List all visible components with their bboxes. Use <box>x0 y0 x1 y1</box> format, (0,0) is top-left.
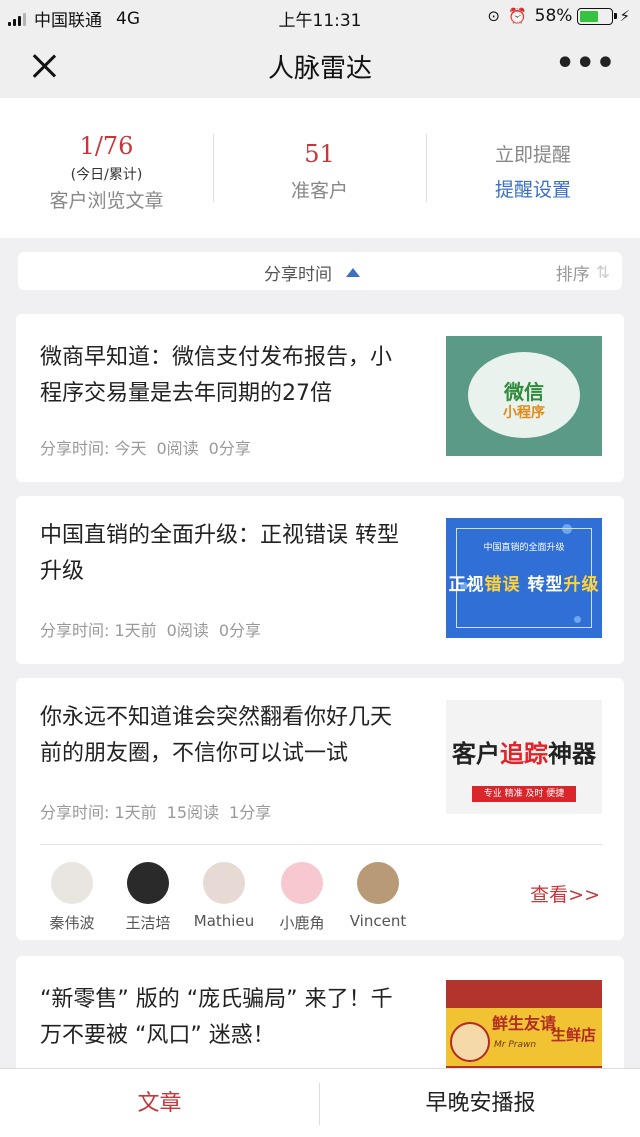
sort-field-label: 分享时间 <box>264 265 332 285</box>
viewer-name: 王洁培 <box>125 914 171 932</box>
thumbnail-text: 中国直销的全面升级 <box>483 543 565 553</box>
remind-now-button[interactable]: 立即提醒 <box>426 140 640 167</box>
mascot-icon <box>450 1022 490 1062</box>
article-thumbnail: 微信 小程序 <box>446 336 602 456</box>
share-count: 0分享 <box>218 621 262 640</box>
article-title: 微商早知道：微信支付发布报告，小程序交易量是去年同期的27倍 <box>40 345 393 406</box>
tab-separator <box>319 1083 320 1125</box>
article-card[interactable]: 你永远不知道谁会突然翻看你好几天前的朋友圈，不信你可以试一试 分享时间: 1天前… <box>16 678 624 940</box>
thumbnail-subtext: 小程序 <box>503 405 545 421</box>
viewer-name: Vincent <box>349 912 407 930</box>
share-time: 分享时间: 1天前 <box>40 621 157 640</box>
stat-actions: 立即提醒 提醒设置 <box>426 98 640 238</box>
thumbnail-text: 微信 <box>504 380 544 404</box>
tab-articles[interactable]: 文章 <box>0 1069 319 1137</box>
charging-icon: ⚡ <box>619 7 630 25</box>
tab-morning-evening-broadcast[interactable]: 早晚安播报 <box>321 1069 640 1137</box>
article-title: “新零售” 版的 “庞氏骗局” 来了！千万不要被 “风口” 迷惑！ <box>40 987 393 1048</box>
thumbnail-word: 客户 <box>452 740 500 768</box>
viewer-item[interactable]: Vincent <box>338 862 418 930</box>
thumbnail-word: 升级 <box>563 575 600 595</box>
avatar <box>51 862 93 904</box>
thumbnail-headline: 正视错误 转型升级 <box>446 570 602 595</box>
sort-button[interactable]: 排序 ⇅ <box>555 260 610 286</box>
viewer-item[interactable]: Mathieu <box>184 862 264 930</box>
avatar <box>203 862 245 904</box>
read-count: 15阅读 <box>166 803 220 822</box>
article-card[interactable]: 中国直销的全面升级：正视错误 转型升级 分享时间: 1天前 0阅读 0分享 中国直销… <box>16 496 624 664</box>
viewer-name: 秦伟波 <box>49 914 95 932</box>
sort-arrows-icon: ⇅ <box>595 262 610 283</box>
article-title: 你永远不知道谁会突然翻看你好几天前的朋友圈，不信你可以试一试 <box>40 705 393 766</box>
battery-icon <box>577 7 618 25</box>
stats-panel: 1/76 (今日/累计) 客户浏览文章 51 准客户 立即提醒 提醒设置 <box>0 98 640 238</box>
share-count: 1分享 <box>229 803 272 822</box>
read-count: 0阅读 <box>156 439 199 458</box>
thumbnail-subtext: 生鲜店 <box>550 1026 596 1044</box>
share-time: 分享时间: 1天前 <box>40 803 157 822</box>
see-more-link[interactable]: 查看>> <box>530 880 600 907</box>
thumbnail-tagline: 专业 精准 及时 便捷 <box>472 786 576 802</box>
views-label: 客户浏览文章 <box>49 190 164 212</box>
viewer-item[interactable]: 秦伟波 <box>32 862 112 933</box>
read-count: 0阅读 <box>166 621 209 640</box>
article-title: 中国直销的全面升级：正视错误 转型升级 <box>40 523 399 584</box>
thumbnail-word: 神器 <box>548 740 596 768</box>
thumbnail-word: 追踪 <box>500 740 548 768</box>
thumbnail-word: 正视 <box>448 575 485 595</box>
thumbnail-headline: 客户追踪神器 <box>446 734 602 769</box>
share-time: 分享时间: 今天 <box>40 439 147 458</box>
article-meta: 分享时间: 1天前 0阅读 0分享 <box>40 617 271 641</box>
article-thumbnail: 客户追踪神器 专业 精准 及时 便捷 <box>446 700 602 814</box>
status-right: ⊙ ⏰ 58% ⚡ <box>487 6 630 26</box>
remind-settings-link[interactable]: 提醒设置 <box>426 175 640 202</box>
stat-views[interactable]: 1/76 (今日/累计) 客户浏览文章 <box>0 98 213 238</box>
article-meta: 分享时间: 今天 0阅读 0分享 <box>40 435 261 459</box>
sort-label: 排序 <box>555 265 590 285</box>
bottom-tab-bar: 文章 早晚安播报 <box>0 1068 640 1137</box>
card-divider <box>40 844 602 845</box>
article-meta: 分享时间: 1天前 15阅读 1分享 <box>40 799 281 823</box>
views-sub: (今日/累计) <box>70 167 143 183</box>
avatar <box>281 862 323 904</box>
avatar <box>357 862 399 904</box>
prospects-label: 准客户 <box>290 180 348 202</box>
share-count: 0分享 <box>208 439 251 458</box>
nav-bar: 人脉雷达 ••• <box>0 32 640 98</box>
status-bar: 中国联通 4G 上午11:31 ⊙ ⏰ 58% ⚡ <box>0 0 640 32</box>
sort-ascending-icon <box>346 268 360 277</box>
viewer-name: Mathieu <box>193 912 255 930</box>
battery-fill <box>580 10 598 22</box>
avatar <box>127 862 169 904</box>
article-thumbnail: 中国直销的全面升级 正视错误 转型升级 <box>446 518 602 638</box>
more-icon[interactable]: ••• <box>555 49 616 79</box>
alarm-icon: ⏰ <box>507 7 527 25</box>
thumbnail-caption: Mr Prawn <box>494 1040 537 1050</box>
views-value: 1/76 <box>79 132 134 160</box>
viewer-name: 小鹿角 <box>279 914 325 932</box>
thumbnail-word: 转型 <box>527 575 564 595</box>
thumbnail-word: 错误 <box>484 575 521 595</box>
page-title: 人脉雷达 <box>267 54 372 84</box>
sort-bar: 分享时间 排序 ⇅ <box>18 252 622 290</box>
battery-percent: 58% <box>534 6 573 26</box>
article-card[interactable]: 微商早知道：微信支付发布报告，小程序交易量是去年同期的27倍 分享时间: 今天 0… <box>16 314 624 482</box>
viewer-item[interactable]: 王洁培 <box>108 862 188 933</box>
viewer-item[interactable]: 小鹿角 <box>262 862 342 933</box>
prospects-value: 51 <box>304 140 335 168</box>
rotation-lock-icon: ⊙ <box>487 7 500 25</box>
sort-by-share-time[interactable]: 分享时间 <box>264 260 360 285</box>
stat-prospects[interactable]: 51 准客户 <box>213 98 426 238</box>
thumbnail-text: 鲜生友请 <box>492 1014 557 1033</box>
